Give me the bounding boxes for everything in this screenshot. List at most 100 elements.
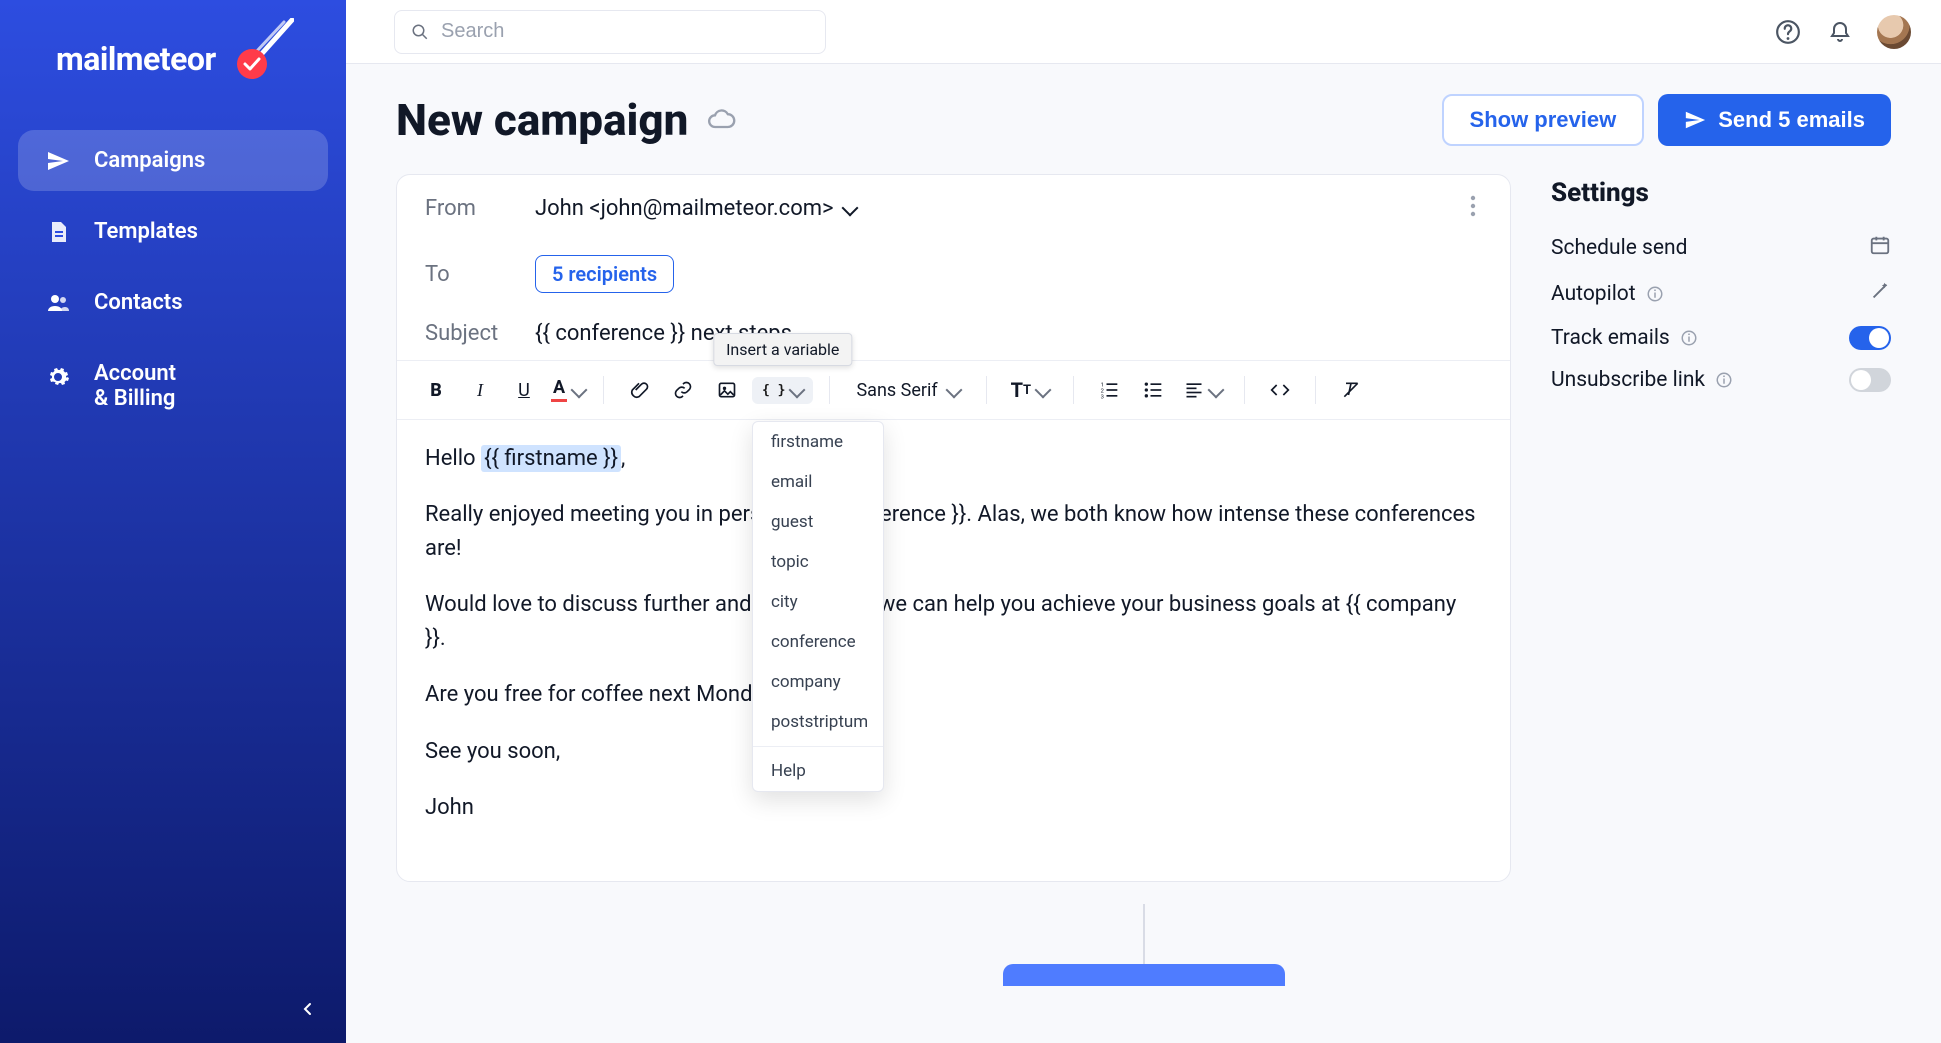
bold-button[interactable]: B — [417, 371, 455, 409]
sidebar: mailmeteor Campaigns Templates Contacts — [0, 0, 346, 1043]
sidebar-item-label: Account & Billing — [94, 361, 176, 411]
editor-toolbar: B I U A — [397, 361, 1510, 420]
dots-vertical-icon — [1470, 195, 1476, 217]
code-button[interactable] — [1261, 371, 1299, 409]
info-icon — [1646, 285, 1664, 303]
search-icon — [411, 23, 429, 41]
clear-format-button[interactable] — [1332, 371, 1370, 409]
search-input[interactable] — [441, 20, 809, 43]
body-text: Hello — [425, 446, 481, 471]
text-size-button[interactable]: TT — [1003, 371, 1057, 409]
align-left-icon — [1184, 380, 1204, 400]
settings-panel: Settings Schedule send Autopilot — [1551, 174, 1891, 882]
brand-name: mailmeteor — [56, 40, 216, 78]
search-box[interactable] — [394, 10, 826, 54]
sidebar-collapse-button[interactable] — [292, 993, 324, 1025]
variable-option-city[interactable]: city — [753, 582, 883, 622]
body-paragraph: Would love to discuss further and explai… — [425, 588, 1482, 656]
insert-variable-button[interactable]: { } — [752, 377, 813, 404]
link-button[interactable] — [664, 371, 702, 409]
help-button[interactable] — [1773, 17, 1803, 47]
body-signature: John — [425, 791, 1482, 825]
variable-tooltip: Insert a variable — [713, 333, 852, 366]
file-icon — [46, 220, 70, 244]
recipients-pill[interactable]: 5 recipients — [535, 255, 674, 293]
align-button[interactable] — [1178, 371, 1228, 409]
font-family-dropdown[interactable]: Sans Serif — [846, 380, 969, 401]
link-icon — [673, 380, 693, 400]
brand-logo[interactable]: mailmeteor — [0, 28, 346, 130]
image-button[interactable] — [708, 371, 746, 409]
body-paragraph: Really enjoyed meeting you in person at … — [425, 498, 1482, 566]
show-preview-button[interactable]: Show preview — [1442, 94, 1645, 146]
bottom-action-bar[interactable] — [1003, 964, 1285, 986]
sidebar-nav: Campaigns Templates Contacts Account & B… — [0, 130, 346, 429]
text-color-button[interactable]: A — [549, 371, 587, 409]
show-preview-label: Show preview — [1470, 107, 1617, 133]
variable-option-guest[interactable]: guest — [753, 502, 883, 542]
magic-wand-icon — [1869, 280, 1891, 302]
chevron-down-icon — [1208, 382, 1225, 399]
send-emails-label: Send 5 emails — [1718, 107, 1865, 133]
resize-handle[interactable] — [1143, 904, 1145, 964]
variable-option-conference[interactable]: conference — [753, 622, 883, 662]
variable-option-poststriptum[interactable]: poststriptum — [753, 702, 883, 742]
svg-text:3: 3 — [1101, 394, 1104, 400]
italic-button[interactable]: I — [461, 371, 499, 409]
variable-tag-firstname[interactable]: {{ firstname }} — [481, 445, 621, 472]
numbered-list-button[interactable]: 123 — [1090, 371, 1128, 409]
chevron-left-icon — [301, 1002, 315, 1016]
to-label: To — [425, 262, 507, 287]
schedule-send-button[interactable] — [1869, 234, 1891, 262]
ordered-list-icon: 123 — [1099, 380, 1119, 400]
people-icon — [46, 291, 70, 315]
chevron-down-icon — [841, 200, 858, 217]
autopilot-label: Autopilot — [1551, 282, 1664, 306]
help-icon — [1775, 19, 1801, 45]
variable-option-firstname[interactable]: firstname — [753, 422, 883, 462]
braces-icon: { } — [762, 383, 785, 398]
track-emails-label: Track emails — [1551, 326, 1698, 350]
clear-format-icon — [1341, 380, 1361, 400]
email-body[interactable]: Hello {{ firstname }}, Really enjoyed me… — [397, 420, 1510, 881]
sidebar-item-label: Contacts — [94, 290, 183, 315]
chevron-down-icon — [789, 382, 806, 399]
settings-title: Settings — [1551, 178, 1891, 208]
subject-label: Subject — [425, 321, 507, 346]
variable-help[interactable]: Help — [753, 751, 883, 791]
body-paragraph: See you soon, — [425, 735, 1482, 769]
track-emails-toggle[interactable] — [1849, 326, 1891, 350]
attach-button[interactable] — [620, 371, 658, 409]
send-icon — [46, 149, 70, 173]
chevron-down-icon — [571, 382, 588, 399]
underline-button[interactable]: U — [505, 371, 543, 409]
compose-card: From John <john@mailmeteor.com> To 5 rec… — [396, 174, 1511, 882]
sidebar-item-account[interactable]: Account & Billing — [18, 343, 328, 429]
sidebar-item-campaigns[interactable]: Campaigns — [18, 130, 328, 191]
autopilot-button[interactable] — [1869, 280, 1891, 308]
gear-icon — [46, 365, 70, 389]
unsubscribe-link-toggle[interactable] — [1849, 368, 1891, 392]
variable-option-company[interactable]: company — [753, 662, 883, 702]
code-icon — [1270, 380, 1290, 400]
bullet-list-icon — [1143, 380, 1163, 400]
variable-option-email[interactable]: email — [753, 462, 883, 502]
variable-option-topic[interactable]: topic — [753, 542, 883, 582]
notifications-button[interactable] — [1825, 17, 1855, 47]
unsubscribe-link-label: Unsubscribe link — [1551, 368, 1733, 392]
send-emails-button[interactable]: Send 5 emails — [1658, 94, 1891, 146]
info-icon — [1715, 371, 1733, 389]
from-label: From — [425, 196, 507, 221]
body-paragraph: Are you free for coffee next Monday? — [425, 678, 1482, 712]
bullet-list-button[interactable] — [1134, 371, 1172, 409]
compose-more-button[interactable] — [1464, 189, 1482, 227]
calendar-icon — [1869, 234, 1891, 256]
from-dropdown[interactable]: John <john@mailmeteor.com> — [535, 196, 856, 221]
paperclip-icon — [629, 380, 649, 400]
sidebar-item-templates[interactable]: Templates — [18, 201, 328, 262]
send-icon — [1684, 109, 1706, 131]
avatar[interactable] — [1877, 15, 1911, 49]
sidebar-item-label: Templates — [94, 219, 198, 244]
page-title: New campaign — [396, 94, 688, 146]
sidebar-item-contacts[interactable]: Contacts — [18, 272, 328, 333]
